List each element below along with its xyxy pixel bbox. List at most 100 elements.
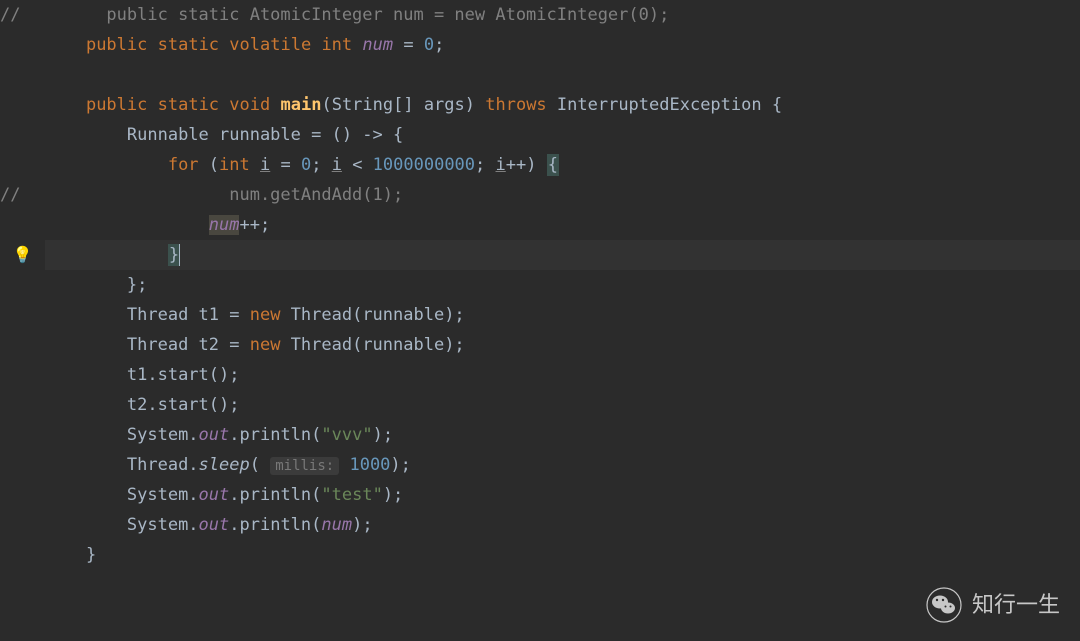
gutter-row <box>0 90 45 120</box>
comment-text: public static AtomicInteger num = new At… <box>65 5 669 25</box>
code-text: Thread t1 = <box>127 305 250 325</box>
code-text: ( <box>250 455 270 475</box>
brace-close: } <box>86 545 96 565</box>
keyword-int: int <box>219 155 250 175</box>
code-line[interactable]: } <box>45 540 1080 570</box>
code-text: ); <box>383 485 403 505</box>
code-text: Thread(runnable); <box>280 335 464 355</box>
gutter-row <box>0 330 45 360</box>
code-text: t2.start(); <box>127 395 240 415</box>
code-text: ( <box>199 155 219 175</box>
code-text: System. <box>127 485 199 505</box>
code-line-empty[interactable] <box>45 60 1080 90</box>
gutter-row <box>0 150 45 180</box>
gutter-row <box>0 510 45 540</box>
code-text: < <box>342 155 373 175</box>
code-line[interactable]: for (int i = 0; i < 1000000000; i++) { <box>45 150 1080 180</box>
code-line[interactable]: System.out.println("test"); <box>45 480 1080 510</box>
variable-i: i <box>332 155 342 175</box>
code-line[interactable]: }; <box>45 270 1080 300</box>
keyword-void: void <box>229 95 270 115</box>
keyword-new: new <box>250 305 281 325</box>
code-text: .println( <box>229 425 321 445</box>
keyword-static: static <box>158 35 219 55</box>
gutter-row <box>0 450 45 480</box>
keyword-for: for <box>168 155 199 175</box>
number-literal: 1000 <box>339 455 390 475</box>
gutter-row <box>0 120 45 150</box>
wechat-icon <box>926 587 962 623</box>
comment-marker: // <box>0 5 20 25</box>
gutter-row <box>0 270 45 300</box>
code-text: ); <box>352 515 372 535</box>
gutter-row <box>0 210 45 240</box>
code-line[interactable]: public static volatile int num = 0; <box>45 30 1080 60</box>
gutter-row <box>0 390 45 420</box>
code-text: = <box>393 35 424 55</box>
watermark-text: 知行一生 <box>972 590 1060 620</box>
comment-text: num.getAndAdd(1); <box>65 185 403 205</box>
code-line-caret[interactable]: } <box>45 240 1080 270</box>
gutter-row <box>0 60 45 90</box>
code-text: }; <box>127 275 147 295</box>
code-editor[interactable]: 💡 // public static AtomicInteger num = n… <box>0 0 1080 641</box>
code-text: ++) <box>506 155 547 175</box>
field-name: num <box>362 35 393 55</box>
number-literal: 0 <box>301 155 311 175</box>
code-text: Thread. <box>127 455 199 475</box>
code-line[interactable]: public static void main(String[] args) t… <box>45 90 1080 120</box>
code-line[interactable]: num++; <box>45 210 1080 240</box>
static-field: out <box>199 515 230 535</box>
code-text: ; <box>311 155 331 175</box>
code-line[interactable]: System.out.println("vvv"); <box>45 420 1080 450</box>
code-text: System. <box>127 515 199 535</box>
gutter-row <box>0 420 45 450</box>
code-text: ); <box>390 455 410 475</box>
code-line[interactable]: Thread.sleep( millis: 1000); <box>45 450 1080 480</box>
code-line[interactable]: t2.start(); <box>45 390 1080 420</box>
code-line[interactable]: t1.start(); <box>45 360 1080 390</box>
code-text: ; <box>434 35 444 55</box>
code-line[interactable]: // num.getAndAdd(1); <box>45 180 1080 210</box>
editor-gutter: 💡 <box>0 0 45 641</box>
code-text: Thread t2 = <box>127 335 250 355</box>
static-field: out <box>199 425 230 445</box>
code-line[interactable]: Thread t2 = new Thread(runnable); <box>45 330 1080 360</box>
string-literal: "vvv" <box>321 425 372 445</box>
code-text: Thread(runnable); <box>280 305 464 325</box>
code-text: ); <box>373 425 393 445</box>
param-decl: String[] args <box>332 95 465 115</box>
keyword-int: int <box>321 35 352 55</box>
code-content[interactable]: // public static AtomicInteger num = new… <box>45 0 1080 641</box>
code-line[interactable]: System.out.println(num); <box>45 510 1080 540</box>
field-ref: num <box>209 215 240 235</box>
keyword-throws: throws <box>485 95 546 115</box>
variable-i: i <box>496 155 506 175</box>
static-method: sleep <box>199 455 250 475</box>
number-literal: 0 <box>424 35 434 55</box>
code-text: .println( <box>229 515 321 535</box>
keyword-volatile: volatile <box>229 35 311 55</box>
code-text: t1.start(); <box>127 365 240 385</box>
gutter-row <box>0 30 45 60</box>
code-line[interactable]: Thread t1 = new Thread(runnable); <box>45 300 1080 330</box>
gutter-row <box>0 480 45 510</box>
intention-bulb-icon[interactable]: 💡 <box>13 240 33 270</box>
code-text: ( <box>321 95 331 115</box>
gutter-row: 💡 <box>0 240 45 270</box>
brace-open: { <box>547 154 559 176</box>
field-ref: num <box>321 515 352 535</box>
watermark: 知行一生 <box>926 587 1060 623</box>
code-line[interactable]: Runnable runnable = () -> { <box>45 120 1080 150</box>
gutter-row <box>0 360 45 390</box>
code-text: Runnable runnable = () -> { <box>127 125 403 145</box>
keyword-new: new <box>250 335 281 355</box>
keyword-static: static <box>158 95 219 115</box>
gutter-row <box>0 300 45 330</box>
static-field: out <box>199 485 230 505</box>
code-line[interactable]: // public static AtomicInteger num = new… <box>45 0 1080 30</box>
number-literal: 1000000000 <box>373 155 475 175</box>
keyword-public: public <box>86 35 147 55</box>
code-text: .println( <box>229 485 321 505</box>
code-text <box>250 155 260 175</box>
